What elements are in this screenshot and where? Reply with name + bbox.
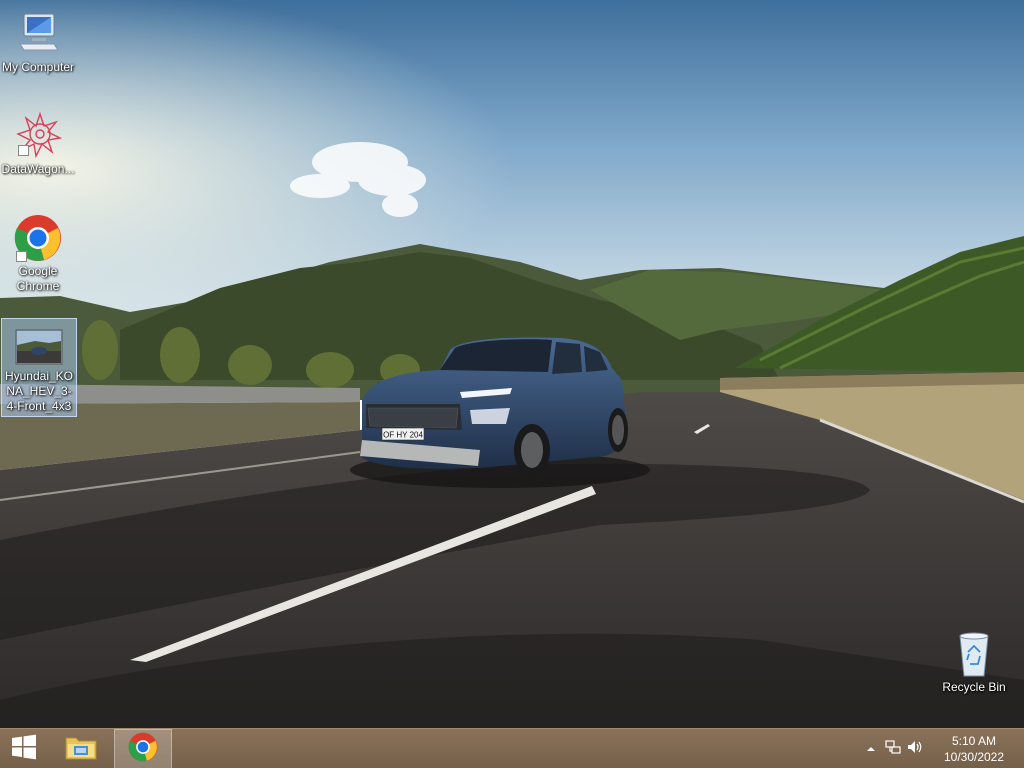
- desktop-wallpaper: OF HY 204: [0, 0, 1024, 728]
- desktop-icon-label: Hyundai_KONA_HEV_3-4-Front_4x3: [4, 369, 74, 413]
- chevron-up-icon: [866, 740, 876, 758]
- chrome-icon: [14, 214, 62, 262]
- datawagon-icon: [14, 111, 63, 160]
- network-icon: [885, 739, 901, 759]
- shortcut-arrow-icon: [18, 145, 29, 156]
- desktop-icon-label: Recycle Bin: [942, 680, 1006, 694]
- desktop-icon-recycle-bin[interactable]: Recycle Bin: [936, 630, 1012, 695]
- taskbar-google-chrome[interactable]: [114, 729, 172, 768]
- folder-icon: [64, 732, 98, 767]
- clock-date: 10/30/2022: [943, 750, 1005, 764]
- license-plate-text: OF HY 204: [383, 431, 423, 440]
- start-button[interactable]: [0, 729, 48, 768]
- taskbar-file-explorer[interactable]: [56, 729, 106, 768]
- desktop-icon-label: My Computer: [1, 60, 75, 74]
- system-tray: 5:10 AM 10/30/2022: [860, 729, 1024, 768]
- desktop-icon-hyundai-image[interactable]: Hyundai_KONA_HEV_3-4-Front_4x3: [1, 318, 77, 417]
- desktop-icon-google-chrome[interactable]: Google Chrome: [0, 214, 76, 294]
- network-tray-button[interactable]: [882, 729, 904, 768]
- desktop-icon-my-computer[interactable]: My Computer: [0, 10, 76, 75]
- show-hidden-icons-button[interactable]: [860, 729, 882, 768]
- desktop-icon-label: DataWagon...: [1, 162, 75, 176]
- desktop-icon-label: Google Chrome: [16, 264, 60, 293]
- computer-icon: [14, 10, 62, 58]
- volume-tray-button[interactable]: [904, 729, 926, 768]
- taskbar: 5:10 AM 10/30/2022: [0, 728, 1024, 768]
- chrome-icon: [128, 732, 158, 767]
- desktop-icon-datawagon[interactable]: DataWagon...: [0, 111, 76, 177]
- recycle-bin-icon: [950, 630, 998, 678]
- shortcut-arrow-icon: [16, 251, 27, 262]
- volume-icon: [907, 740, 923, 759]
- windows-logo-icon: [11, 734, 37, 765]
- image-file-icon: [15, 329, 63, 365]
- taskbar-clock[interactable]: 5:10 AM 10/30/2022: [932, 733, 1016, 765]
- clock-time: 5:10 AM: [951, 734, 997, 748]
- wallpaper-image: OF HY 204: [0, 0, 1024, 728]
